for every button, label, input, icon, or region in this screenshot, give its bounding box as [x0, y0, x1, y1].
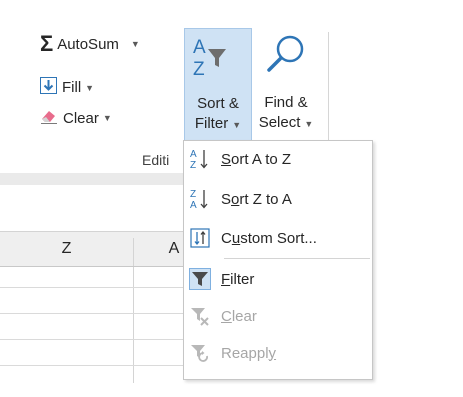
- autosum-label: AutoSum: [57, 35, 119, 53]
- fill-label: Fill: [62, 79, 82, 96]
- sort-filter-icon: A Z: [191, 35, 231, 86]
- label-rest: ort A to Z: [231, 150, 292, 168]
- ribbon-bottom-strip: [0, 173, 183, 185]
- svg-text:A: A: [193, 37, 206, 58]
- fill-button[interactable]: Fill ▼: [40, 77, 94, 98]
- clear-label: Clear: [63, 109, 99, 127]
- sort-filter-caret: ▼: [232, 120, 242, 130]
- sort-az-icon: A Z: [189, 148, 211, 170]
- menu-item-label: Custom Sort...: [221, 230, 317, 247]
- sort-za-icon: Z A: [189, 188, 211, 210]
- svg-text:A: A: [190, 149, 197, 160]
- eraser-icon: [40, 108, 58, 128]
- sort-filter-label-line2: Filter ▼: [185, 114, 251, 135]
- menu-item-label: Filter: [221, 271, 254, 288]
- svg-text:Z: Z: [190, 160, 196, 170]
- reapply-filter-icon: [189, 342, 211, 364]
- label-rest: rt Z to A: [239, 190, 292, 208]
- accelerator-key: y: [268, 344, 277, 362]
- editing-group-label: Editi: [142, 152, 170, 168]
- autosum-dropdown-caret[interactable]: ▼: [131, 39, 140, 49]
- label-prefix: C: [221, 229, 232, 247]
- find-select-label-text: Select: [258, 114, 301, 131]
- menu-item-label: Clear: [221, 308, 257, 325]
- sigma-icon: Σ: [40, 31, 54, 56]
- svg-text:A: A: [190, 200, 197, 210]
- column-header-row: Z A: [0, 232, 183, 267]
- menu-item-sort-a-to-z[interactable]: A Z Sort A to Z: [184, 144, 372, 174]
- label-prefix: S: [221, 190, 232, 208]
- menu-item-label: Reapply: [221, 345, 276, 362]
- label-rest: ilter: [230, 270, 255, 288]
- menu-item-reapply[interactable]: Reapply: [184, 338, 372, 368]
- accelerator-key: S: [221, 150, 232, 168]
- find-select-button[interactable]: Find & Select ▼: [252, 28, 320, 141]
- accelerator-key: C: [221, 307, 232, 325]
- label-rest: lear: [231, 307, 257, 325]
- autosum-button[interactable]: Σ AutoSum ▼: [40, 31, 140, 56]
- sort-filter-menu: A Z Sort A to Z Z A Sort Z to A Custom S…: [183, 140, 373, 380]
- menu-item-label: Sort Z to A: [221, 191, 292, 208]
- magnifier-icon: [264, 32, 308, 81]
- clear-filter-icon: [189, 305, 211, 327]
- clear-dropdown-caret[interactable]: ▼: [103, 113, 112, 123]
- svg-text:Z: Z: [190, 189, 196, 200]
- custom-sort-icon: [189, 227, 211, 249]
- fill-down-icon: [40, 77, 57, 98]
- menu-item-label: Sort A to Z: [221, 151, 291, 168]
- menu-item-custom-sort[interactable]: Custom Sort...: [184, 223, 372, 253]
- find-select-caret: ▼: [304, 119, 314, 129]
- funnel-icon: [189, 268, 211, 290]
- menu-item-filter[interactable]: Filter: [184, 264, 372, 294]
- menu-separator: [224, 258, 370, 259]
- grid-row-line: [0, 339, 183, 340]
- accelerator-key: u: [231, 229, 241, 247]
- label-rest: stom Sort...: [240, 229, 317, 247]
- label-prefix: Reappl: [221, 344, 269, 362]
- clear-button[interactable]: Clear ▼: [40, 108, 112, 128]
- find-select-label-line2: Select ▼: [252, 113, 320, 134]
- formula-bar-area[interactable]: [0, 185, 183, 232]
- grid-row-line: [0, 287, 183, 288]
- sort-filter-label-line1: Sort &: [197, 95, 239, 112]
- sort-filter-label-text: Filter: [194, 115, 229, 132]
- menu-item-clear[interactable]: Clear: [184, 301, 372, 331]
- sort-filter-button[interactable]: A Z Sort & Filter ▼: [184, 28, 252, 141]
- grid-row-line: [0, 313, 183, 314]
- fill-dropdown-caret[interactable]: ▼: [85, 83, 94, 93]
- menu-item-sort-z-to-a[interactable]: Z A Sort Z to A: [184, 184, 372, 214]
- column-header-z[interactable]: Z: [0, 232, 133, 266]
- svg-text:Z: Z: [193, 59, 205, 80]
- grid-row-line: [0, 365, 183, 366]
- find-select-label-line1: Find &: [264, 94, 308, 111]
- accelerator-key: F: [221, 270, 231, 288]
